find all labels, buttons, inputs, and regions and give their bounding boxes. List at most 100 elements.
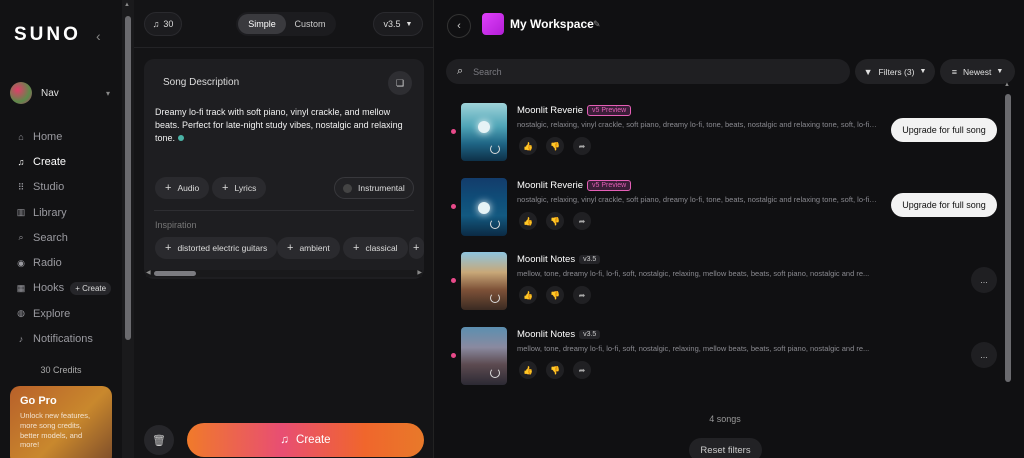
sidebar-item-explore[interactable]: ◍ Explore <box>16 301 116 326</box>
sidebar-item-home[interactable]: ⌂ Home <box>16 124 116 149</box>
sidebar-item-hooks[interactable]: ▦ Hooks + Create <box>16 276 116 301</box>
upgrade-button[interactable]: Upgrade for full song <box>891 118 997 142</box>
back-button[interactable]: ‹ <box>447 14 471 38</box>
inspiration-chip[interactable]: + <box>409 237 424 259</box>
workspace-title[interactable]: My Workspace <box>510 17 594 31</box>
scroll-up-icon[interactable]: ▲ <box>1004 82 1010 88</box>
moon-shape <box>478 121 490 133</box>
more-options-button[interactable]: ... <box>971 267 997 293</box>
filters-label: Filters (3) <box>878 66 915 77</box>
model-select[interactable]: v3.5 ▼ <box>373 12 423 36</box>
sidebar-item-notifications[interactable]: ♪ Notifications <box>16 326 116 351</box>
share-icon[interactable]: ➦ <box>573 361 591 379</box>
create-label: Create <box>296 434 331 446</box>
share-icon[interactable]: ➦ <box>573 137 591 155</box>
share-icon[interactable]: ➦ <box>573 212 591 230</box>
song-title-text: Moonlit Notes <box>517 329 576 340</box>
new-indicator <box>451 278 456 283</box>
go-pro-card[interactable]: Go Pro Unlock new features, more song cr… <box>10 386 112 458</box>
thumbs-up-icon[interactable]: 👍 <box>519 212 537 230</box>
song-row[interactable]: Moonlit Reverie v5 Preview nostalgic, rel… <box>435 175 1013 243</box>
scrollbar-thumb[interactable] <box>1005 94 1011 382</box>
collapse-sidebar-icon[interactable]: ‹ <box>96 28 101 44</box>
song-title[interactable]: Moonlit Reverie v5 Preview <box>517 180 632 191</box>
share-icon[interactable]: ➦ <box>573 286 591 304</box>
logo[interactable]: SUNO <box>14 24 81 46</box>
song-actions: 👍 👎 ➦ <box>519 286 591 304</box>
chevron-down-icon: ▼ <box>405 20 413 28</box>
more-options-button[interactable]: ... <box>971 342 997 368</box>
song-row[interactable]: Moonlit Notes v3.5 mellow, tone, dreamy l… <box>435 249 1013 317</box>
song-title[interactable]: Moonlit Notes v3.5 <box>517 254 601 265</box>
sidebar-item-search[interactable]: ⌕ Search <box>16 225 116 250</box>
plus-icon: + <box>165 242 172 254</box>
credits-count: 30 Credits <box>40 365 82 375</box>
music-note-icon: ♫ <box>152 19 160 29</box>
create-button[interactable]: ♫ Create <box>187 423 424 457</box>
plus-icon: + <box>413 242 420 254</box>
library-icon: ▥ <box>16 207 26 218</box>
new-indicator <box>451 129 456 134</box>
prompt-ideas-icon[interactable]: ❏ <box>388 71 412 95</box>
inspiration-chip[interactable]: + classical <box>343 237 408 259</box>
thumbs-up-icon[interactable]: 👍 <box>519 361 537 379</box>
inspiration-chip[interactable]: + distorted electric guitars <box>155 237 278 259</box>
song-actions: 👍 👎 ➦ <box>519 212 591 230</box>
credits-pill[interactable]: ♫ 30 <box>144 12 182 36</box>
thumbs-down-icon[interactable]: 👎 <box>546 286 564 304</box>
thumbs-down-icon[interactable]: 👎 <box>546 361 564 379</box>
inspiration-chip-label: ambient <box>299 243 330 253</box>
scrollbar-thumb[interactable] <box>125 16 131 340</box>
filters-button[interactable]: ▼ Filters (3) ▼ <box>855 59 935 84</box>
chevron-down-icon: ▼ <box>996 68 1004 75</box>
clear-button[interactable]: 🗑 <box>144 425 174 455</box>
sidebar-item-radio[interactable]: ◉ Radio <box>16 250 116 275</box>
thumbs-down-icon[interactable]: 👎 <box>546 212 564 230</box>
scrollbar-thumb[interactable] <box>154 271 196 276</box>
thumbs-up-icon[interactable]: 👍 <box>519 286 537 304</box>
song-cover[interactable] <box>461 178 507 236</box>
user-name: Nav <box>41 87 59 99</box>
inspiration-chip-label: classical <box>365 243 398 253</box>
mode-custom-tab[interactable]: Custom <box>286 14 334 34</box>
search-input[interactable]: ⌕ Search <box>446 59 850 84</box>
sidebar-item-library[interactable]: ▥ Library <box>16 200 116 225</box>
scroll-right-icon[interactable]: ▶ <box>417 269 422 276</box>
song-row[interactable]: Moonlit Notes v3.5 mellow, tone, dreamy l… <box>435 324 1013 392</box>
sidebar-nav: ⌂ Home ♫ Create ⠿ Studio ▥ Library ⌕ Search ◉… <box>16 124 116 352</box>
inspiration-chip[interactable]: + ambient <box>277 237 340 259</box>
song-title[interactable]: Moonlit Notes v3.5 <box>517 329 601 340</box>
add-lyrics-button[interactable]: + Lyrics <box>212 177 267 199</box>
hooks-create-button[interactable]: + Create <box>70 281 112 295</box>
song-actions: 👍 👎 ➦ <box>519 137 591 155</box>
sort-button[interactable]: ≡ Newest ▼ <box>940 59 1015 84</box>
pencil-icon[interactable]: ✎ <box>593 19 601 30</box>
song-title[interactable]: Moonlit Reverie v5 Preview <box>517 105 632 116</box>
reset-filters-button[interactable]: Reset filters <box>689 438 762 458</box>
song-row[interactable]: Moonlit Reverie v5 Preview nostalgic, rel… <box>435 100 1013 168</box>
sidebar-item-create[interactable]: ♫ Create <box>16 149 116 174</box>
song-description-input[interactable]: Dreamy lo-fi track with soft piano, viny… <box>155 106 413 145</box>
inspiration-scrollbar[interactable]: ◀ ▶ <box>146 270 422 277</box>
thumbs-up-icon[interactable]: 👍 <box>519 137 537 155</box>
sidebar-item-label: Search <box>33 231 68 244</box>
instrumental-toggle[interactable]: Instrumental <box>334 177 414 199</box>
home-icon: ⌂ <box>18 131 24 142</box>
sidebar-item-studio[interactable]: ⠿ Studio <box>16 175 116 200</box>
song-cover[interactable] <box>461 327 507 385</box>
filter-icon: ▼ <box>863 66 873 77</box>
song-tags: mellow, tone, dreamy lo-fi, lo-fi, soft,… <box>517 344 870 353</box>
add-audio-button[interactable]: + Audio <box>155 177 210 199</box>
scroll-left-icon[interactable]: ◀ <box>146 269 151 276</box>
song-list-scrollbar[interactable]: ▲ <box>1002 82 1014 392</box>
upgrade-button[interactable]: Upgrade for full song <box>891 193 997 217</box>
song-cover[interactable] <box>461 103 507 161</box>
mode-simple-tab[interactable]: Simple <box>238 14 286 34</box>
scroll-up-icon[interactable]: ▲ <box>124 2 130 8</box>
sidebar-scrollbar[interactable]: ▲ <box>122 0 134 458</box>
user-menu[interactable]: Nav ▾ <box>10 82 110 104</box>
version-badge: v3.5 <box>579 330 601 339</box>
thumbs-down-icon[interactable]: 👎 <box>546 137 564 155</box>
song-cover[interactable] <box>461 252 507 310</box>
music-note-icon: ♫ <box>280 434 290 446</box>
